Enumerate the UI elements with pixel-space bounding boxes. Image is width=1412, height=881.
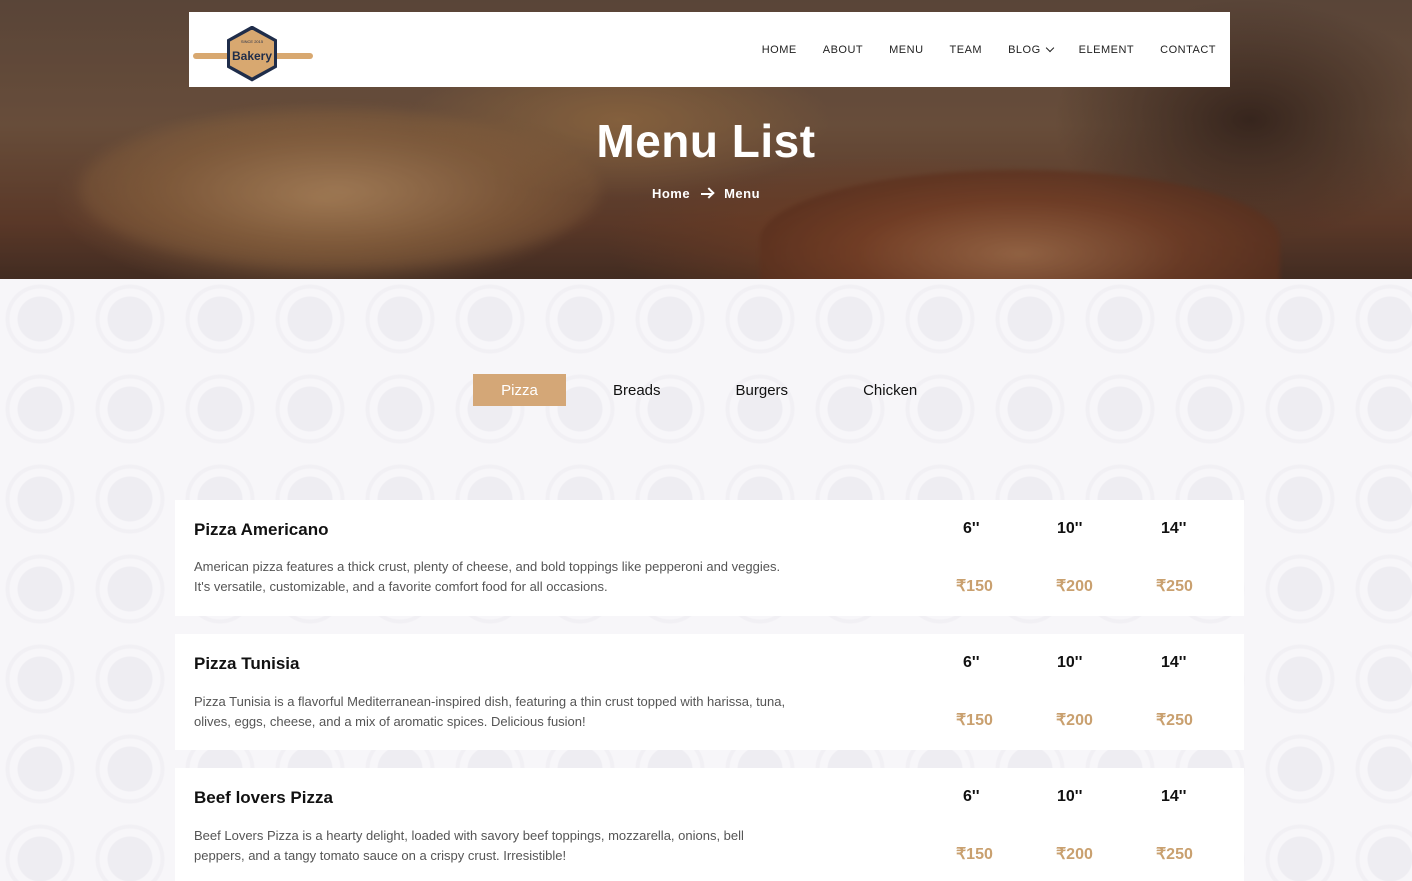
- nav-home[interactable]: HOME: [762, 44, 797, 56]
- logo[interactable]: SINCE 2015 Bakery: [193, 20, 313, 82]
- size-label: 6'': [963, 520, 980, 537]
- price: ₹150: [956, 712, 993, 729]
- price: ₹150: [956, 846, 993, 863]
- menu-item-name: Beef lovers Pizza: [194, 788, 333, 807]
- price: ₹200: [1056, 578, 1093, 595]
- nav-team[interactable]: TEAM: [950, 44, 983, 56]
- menu-item-description: Beef Lovers Pizza is a hearty delight, l…: [194, 826, 814, 866]
- size-label: 10'': [1057, 788, 1083, 805]
- breadcrumb-home[interactable]: Home: [652, 186, 690, 201]
- size-label: 6'': [963, 654, 980, 671]
- logo-text: Bakery: [231, 48, 273, 63]
- size-label: 10'': [1057, 520, 1083, 537]
- nav-contact[interactable]: CONTACT: [1160, 44, 1216, 56]
- nav-blog-label: BLOG: [1008, 43, 1041, 56]
- page-title: Menu List: [596, 115, 816, 167]
- breadcrumb: Home Menu: [0, 186, 1412, 201]
- tab-chicken[interactable]: Chicken: [863, 374, 917, 406]
- size-label: 6'': [963, 788, 980, 805]
- nav-element[interactable]: ELEMENT: [1079, 44, 1134, 56]
- menu-item-description: American pizza features a thick crust, p…: [194, 557, 814, 597]
- menu-item-card: Pizza Tunisia Pizza Tunisia is a flavorf…: [175, 634, 1244, 750]
- tab-pizza[interactable]: Pizza: [473, 374, 566, 406]
- price: ₹250: [1156, 846, 1193, 863]
- size-label: 14'': [1161, 654, 1187, 671]
- size-label: 14'': [1161, 788, 1187, 805]
- description-line: Pizza Tunisia is a flavorful Mediterrane…: [194, 694, 786, 709]
- price: ₹200: [1056, 712, 1093, 729]
- logo-since: SINCE 2015: [240, 38, 264, 44]
- description-line: olives, eggs, cheese, and a mix of aroma…: [194, 714, 586, 729]
- menu-item-card: Pizza Americano American pizza features …: [175, 500, 1244, 616]
- price: ₹250: [1156, 578, 1193, 595]
- description-line: peppers, and a tangy tomato sauce on a c…: [194, 848, 567, 863]
- nav-about[interactable]: ABOUT: [823, 44, 863, 56]
- menu-item-name: Pizza Americano: [194, 520, 329, 539]
- main-nav: HOME ABOUT MENU TEAM BLOG ELEMENT CONTAC…: [736, 43, 1216, 56]
- size-label: 14'': [1161, 520, 1187, 537]
- tab-burgers[interactable]: Burgers: [736, 374, 789, 406]
- price: ₹150: [956, 578, 993, 595]
- chevron-down-icon: [1045, 43, 1054, 52]
- size-label: 10'': [1057, 654, 1083, 671]
- tab-breads[interactable]: Breads: [613, 374, 661, 406]
- menu-item-name: Pizza Tunisia: [194, 654, 300, 673]
- menu-item-description: Pizza Tunisia is a flavorful Mediterrane…: [194, 692, 814, 732]
- breadcrumb-current: Menu: [724, 186, 761, 201]
- menu-tabs: Pizza Breads Burgers Chicken: [473, 374, 917, 406]
- menu-item-card: Beef lovers Pizza Beef Lovers Pizza is a…: [175, 768, 1244, 881]
- navbar: SINCE 2015 Bakery HOME ABOUT MENU TEAM B…: [189, 12, 1230, 87]
- description-line: Beef Lovers Pizza is a hearty delight, l…: [194, 828, 744, 843]
- arrow-right-icon: [700, 187, 714, 201]
- description-line: It's versatile, customizable, and a favo…: [194, 579, 608, 594]
- rolling-pin-right-icon: [273, 52, 313, 59]
- price: ₹250: [1156, 712, 1193, 729]
- description-line: American pizza features a thick crust, p…: [194, 559, 781, 574]
- nav-blog[interactable]: BLOG: [1008, 43, 1054, 56]
- price: ₹200: [1056, 846, 1093, 863]
- nav-menu[interactable]: MENU: [889, 44, 923, 56]
